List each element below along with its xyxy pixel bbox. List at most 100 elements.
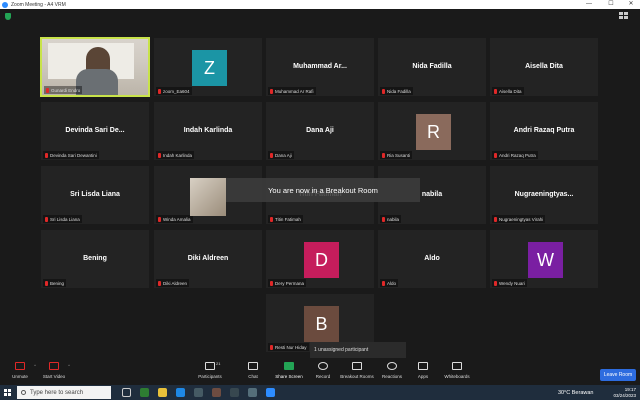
chat-icon xyxy=(248,362,258,370)
mic-muted-icon xyxy=(382,152,385,158)
close-button[interactable]: ✕ xyxy=(624,0,638,9)
participant-name-label: Ria Susanti xyxy=(380,151,413,159)
participant-tile[interactable]: R Ria Susanti xyxy=(377,101,487,161)
app-icon[interactable] xyxy=(194,388,203,397)
zoom-logo-icon xyxy=(2,1,8,8)
whiteboards-label: Whiteboards xyxy=(444,374,470,379)
mic-muted-icon xyxy=(494,152,497,158)
participant-name: Titin Fatimah xyxy=(275,216,301,222)
maximize-button[interactable]: ☐ xyxy=(604,0,618,9)
chat-button[interactable]: Chat xyxy=(233,360,273,384)
participant-tile[interactable]: Muhammad Ar... Muhammad Ar Rafi xyxy=(265,37,375,97)
system-tray: 30°C Berawan 19:17 03/24/2023 xyxy=(558,385,636,400)
participant-name: Winda Amalia xyxy=(163,216,191,222)
participant-tile[interactable]: Aisella Dita Aisella Dita xyxy=(489,37,599,97)
mic-muted-icon xyxy=(270,88,273,94)
video-thumbnail xyxy=(190,178,226,216)
breakout-rooms-label: Breakout Rooms xyxy=(340,374,374,379)
participant-name: Resti Nur Hiday xyxy=(275,344,307,350)
browser-icon[interactable] xyxy=(176,388,185,397)
app-icon[interactable] xyxy=(248,388,257,397)
file-explorer-icon[interactable] xyxy=(158,388,167,397)
clock[interactable]: 19:17 03/24/2023 xyxy=(613,387,636,399)
whiteboard-icon xyxy=(452,362,462,370)
participant-name-label: Nugraeningtyas Virahi xyxy=(492,215,546,223)
taskbar-search-box[interactable]: Type here to search xyxy=(17,386,111,399)
weather-widget[interactable]: 30°C Berawan xyxy=(558,390,594,396)
participant-name-label: Resti Nur Hiday xyxy=(268,343,309,351)
video-off-icon xyxy=(49,362,59,370)
participant-name: Dery Permana xyxy=(275,280,305,286)
security-shield-icon[interactable] xyxy=(5,13,11,20)
participant-avatar: R xyxy=(416,114,451,150)
participant-tile[interactable]: Sri Lisda Liana Sri Lisda Liana xyxy=(40,165,150,225)
task-view-icon[interactable] xyxy=(122,388,131,397)
participant-tile[interactable]: Aldo Aldo xyxy=(377,229,487,289)
participant-avatar: W xyxy=(528,242,563,278)
participant-name-label: Winda Amalia xyxy=(156,215,193,223)
participant-name: Indah Karlinda xyxy=(163,152,193,158)
participant-name: Andri Razaq Putra xyxy=(499,152,536,158)
participant-name-label: Devinda Sari Dewantini xyxy=(43,151,99,159)
mic-muted-icon xyxy=(158,88,161,94)
reactions-icon xyxy=(387,362,397,370)
participant-display-name: Sri Lisda Liana xyxy=(70,191,120,198)
unassigned-participant-notice[interactable]: 1 unassigned participant xyxy=(310,342,406,358)
mic-muted-icon xyxy=(270,216,273,222)
chevron-up-icon[interactable]: ^ xyxy=(68,363,70,368)
participant-tile[interactable]: D Dery Permana xyxy=(265,229,375,289)
clock-date: 03/24/2023 xyxy=(613,392,636,398)
participant-name-label: Andri Razaq Putra xyxy=(492,151,538,159)
participants-button[interactable]: 21 Participants xyxy=(190,360,230,384)
participant-display-name: Nugraeningtyas... xyxy=(514,191,574,198)
participant-display-name: Andri Razaq Putra xyxy=(513,127,575,134)
app-icon[interactable] xyxy=(140,388,149,397)
participant-name: Nugraeningtyas Virahi xyxy=(499,216,544,222)
participant-tile[interactable]: Indah Karlinda Indah Karlinda xyxy=(153,101,263,161)
mic-muted-icon xyxy=(382,280,385,286)
participant-name-label: Diki Aldreen xyxy=(156,279,190,287)
participant-tile[interactable]: Andri Razaq Putra Andri Razaq Putra xyxy=(489,101,599,161)
participant-tile[interactable]: Devinda Sari De... Devinda Sari Dewantini xyxy=(40,101,150,161)
participant-name: Diki Aldreen xyxy=(163,280,188,286)
start-video-button[interactable]: ^ Start Video xyxy=(34,360,74,384)
app-icon[interactable] xyxy=(212,388,221,397)
gallery-view-icon[interactable] xyxy=(619,12,633,21)
participant-tile[interactable]: Dana Aji Dana Aji xyxy=(265,101,375,161)
leave-room-button[interactable]: Leave Room xyxy=(600,369,636,381)
mic-muted-icon xyxy=(494,88,497,94)
participant-name-label: Dana Aji xyxy=(268,151,294,159)
whiteboards-button[interactable]: Whiteboards xyxy=(437,360,477,384)
participant-tile[interactable]: Zzoom_Ea604 xyxy=(153,37,263,97)
windows-taskbar: Type here to search 30°C Berawan 19:17 0… xyxy=(0,385,640,400)
window-title: Zoom Meeting - A4 VRM xyxy=(11,1,66,8)
participant-avatar: B xyxy=(304,306,339,342)
app-icon[interactable] xyxy=(230,388,239,397)
participants-label: Participants xyxy=(198,374,222,379)
mic-muted-icon xyxy=(158,280,161,286)
apps-icon xyxy=(418,362,428,370)
mic-muted-icon xyxy=(46,87,49,93)
breakout-rooms-button[interactable]: Breakout Rooms xyxy=(337,360,377,384)
participant-name-label: Dery Permana xyxy=(268,279,307,287)
mic-muted-icon xyxy=(270,344,273,350)
participant-tile[interactable]: Bening Bening xyxy=(40,229,150,289)
microphone-muted-icon xyxy=(15,362,25,370)
participant-tile[interactable]: Nida Fadilla Nida Fadilla xyxy=(377,37,487,97)
zoom-taskbar-icon[interactable] xyxy=(266,388,275,397)
participant-avatar: Z xyxy=(192,50,227,86)
mic-muted-icon xyxy=(158,152,161,158)
participant-tile[interactable]: Gunardi Endro xyxy=(40,37,150,97)
participant-name: Ria Susanti xyxy=(387,152,411,158)
mic-muted-icon xyxy=(45,216,48,222)
participant-name-label: nabila xyxy=(380,215,402,223)
minimize-button[interactable]: — xyxy=(582,0,596,9)
participant-avatar: D xyxy=(304,242,339,278)
participant-name: zoom_Ea604 xyxy=(163,88,190,94)
participant-tile[interactable]: Nugraeningtyas... Nugraeningtyas Virahi xyxy=(489,165,599,225)
participant-tile[interactable]: Diki Aldreen Diki Aldreen xyxy=(153,229,263,289)
mic-muted-icon xyxy=(494,280,497,286)
participant-tile[interactable]: W Wendy Nuari xyxy=(489,229,599,289)
participant-name: Sri Lisda Liana xyxy=(50,216,80,222)
windows-start-icon[interactable] xyxy=(4,389,11,396)
